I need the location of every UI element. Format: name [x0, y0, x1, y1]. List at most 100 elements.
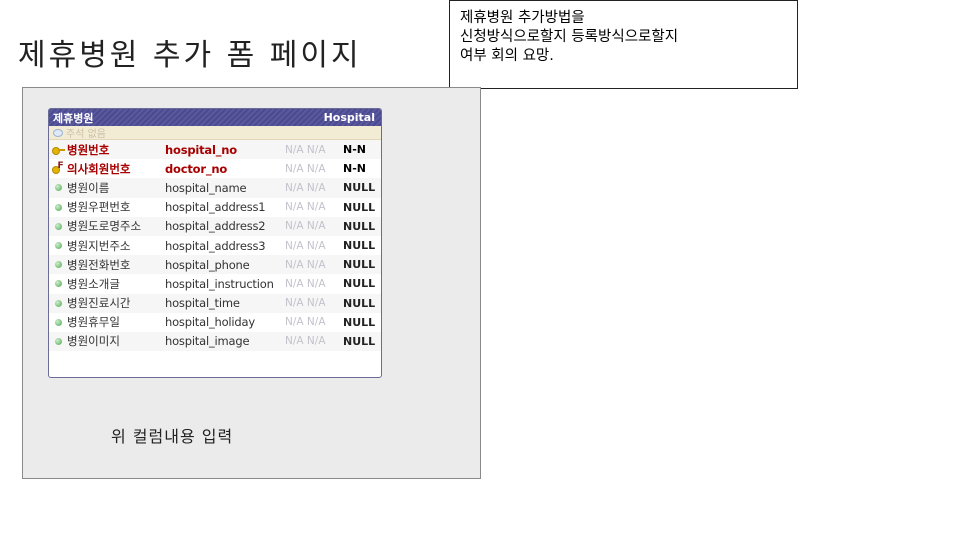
note-line: 여부 회의 요망. [460, 48, 554, 64]
column-nullability: NULL [343, 258, 376, 272]
column-row[interactable]: 병원지번주소 hospital_address3 N/A N/A NULL [49, 236, 381, 255]
column-row[interactable]: 병원우편번호 hospital_address1 N/A N/A NULL [49, 198, 381, 217]
entity-comment: 주석 없음 [49, 126, 381, 140]
column-na-1: N/A [285, 316, 304, 329]
column-nullability: NULL [343, 277, 376, 291]
panel-caption: 위 컬럼내용 입력 [111, 427, 234, 446]
note-box: 제휴병원 추가방법을 신청방식으로할지 등록방식으로할지 여부 회의 요망. [449, 0, 798, 89]
column-na-1: N/A [285, 220, 304, 233]
column-nullability: NULL [343, 239, 376, 253]
column-korean-name: 병원진료시간 [67, 296, 131, 311]
column-row[interactable]: 병원이미지 hospital_image N/A N/A NULL [49, 331, 381, 352]
column-nullability: NULL [343, 181, 376, 195]
column-na-2: N/A [306, 335, 326, 348]
column-na-1: N/A [285, 181, 304, 194]
column-na-2: N/A [306, 258, 326, 271]
column-na-2: N/A [306, 143, 326, 156]
column-icon-cell [49, 299, 67, 307]
column-icon-cell [49, 261, 67, 269]
entity-panel: 제휴병원 Hospital 주석 없음 병원번호 hospital_no N/A N… [22, 87, 481, 479]
column-na-values: N/A N/A [285, 163, 343, 175]
column-icon-cell [49, 146, 67, 155]
column-nullability: NULL [343, 315, 376, 329]
column-na-2: N/A [306, 220, 326, 233]
column-na-2: N/A [306, 162, 326, 175]
column-na-1: N/A [285, 162, 304, 175]
column-icon-cell [49, 318, 67, 326]
column-na-values: N/A N/A [285, 335, 343, 347]
column-icon-cell [49, 203, 67, 211]
column-na-2: N/A [306, 239, 326, 252]
column-nullability: NULL [343, 296, 376, 310]
column-row[interactable]: 의사회원번호doctor_noN/A N/AN-N [49, 159, 381, 178]
column-icon-cell [49, 337, 67, 345]
column-dot-icon [54, 203, 62, 211]
column-na-1: N/A [285, 277, 304, 290]
entity-header: 제휴병원 Hospital [49, 109, 381, 126]
column-na-2: N/A [306, 316, 326, 329]
column-icon-cell [49, 184, 67, 192]
column-na-values: N/A N/A [285, 201, 343, 213]
column-physical-name: hospital_phone [165, 257, 250, 272]
column-row[interactable]: 병원진료시간 hospital_time N/A N/A NULL [49, 293, 381, 313]
column-na-values: N/A N/A [285, 240, 343, 252]
foreign-key-icon [51, 161, 65, 174]
column-row[interactable]: 병원도로명주소 hospital_address2 N/A N/A NULL [49, 216, 381, 236]
column-physical-name: hospital_address3 [165, 238, 266, 253]
column-na-1: N/A [285, 258, 304, 271]
column-na-values: N/A N/A [285, 278, 343, 290]
column-nullability: NULL [343, 219, 376, 233]
column-physical-name: hospital_name [165, 180, 247, 195]
column-row[interactable]: 병원번호 hospital_no N/A N/A N-N [49, 140, 381, 160]
column-na-values: N/A N/A [285, 220, 343, 232]
column-na-values: N/A N/A [285, 297, 343, 309]
column-na-1: N/A [285, 143, 304, 156]
entity-table[interactable]: 제휴병원 Hospital 주석 없음 병원번호 hospital_no N/A N… [48, 108, 382, 378]
column-physical-name: hospital_no [165, 142, 237, 157]
column-na-values: N/A N/A [285, 316, 343, 328]
column-korean-name: 병원번호 [67, 142, 110, 157]
column-physical-name: hospital_address1 [165, 200, 266, 215]
column-na-1: N/A [285, 239, 304, 252]
column-list: 병원번호hospital_noN/A N/AN-N의사회원번호doctor_no… [49, 140, 381, 352]
note-line: 신청방식으로할지 등록방식으로할지 [460, 29, 679, 45]
column-nullability: NULL [343, 200, 376, 214]
note-line: 제휴병원 추가방법을 [460, 10, 585, 26]
column-korean-name: 병원도로명주소 [67, 219, 142, 234]
column-dot-icon [54, 299, 62, 307]
column-nullability: NULL [343, 334, 376, 348]
column-korean-name: 병원이미지 [67, 334, 120, 349]
column-icon-cell [49, 280, 67, 288]
comment-bubble-icon [53, 128, 63, 137]
column-korean-name: 병원지번주소 [67, 238, 131, 253]
column-na-values: N/A N/A [285, 259, 343, 271]
column-na-1: N/A [285, 201, 304, 214]
column-korean-name: 병원소개글 [67, 276, 120, 291]
slide-title: 제휴병원 추가 폼 페이지 [18, 38, 362, 73]
column-dot-icon [54, 222, 62, 230]
column-physical-name: doctor_no [165, 161, 228, 176]
column-dot-icon [54, 184, 62, 192]
column-icon-cell [49, 222, 67, 230]
column-na-2: N/A [306, 277, 326, 290]
column-physical-name: hospital_image [165, 334, 250, 349]
column-na-2: N/A [306, 297, 326, 310]
column-korean-name: 병원우편번호 [67, 200, 131, 215]
comment-text: 주석 없음 [66, 129, 106, 140]
column-korean-name: 병원전화번호 [67, 257, 131, 272]
column-row[interactable]: 병원이름 hospital_name N/A N/A NULL [49, 178, 381, 198]
column-na-1: N/A [285, 335, 304, 348]
column-row[interactable]: 병원소개글 hospital_instruction N/A N/A NULL [49, 274, 381, 293]
column-icon-cell [49, 242, 67, 250]
column-na-values: N/A N/A [285, 182, 343, 194]
column-na-2: N/A [306, 201, 326, 214]
column-na-values: N/A N/A [285, 144, 343, 156]
column-physical-name: hospital_address2 [165, 219, 266, 234]
column-row[interactable]: 병원전화번호 hospital_phone N/A N/A NULL [49, 255, 381, 275]
column-row[interactable]: 병원휴무일 hospital_holiday N/A N/A NULL [49, 313, 381, 332]
column-dot-icon [54, 318, 62, 326]
column-korean-name: 의사회원번호 [67, 161, 131, 176]
primary-key-icon [51, 146, 65, 155]
column-na-1: N/A [285, 297, 304, 310]
column-physical-name: hospital_instruction [165, 276, 274, 291]
